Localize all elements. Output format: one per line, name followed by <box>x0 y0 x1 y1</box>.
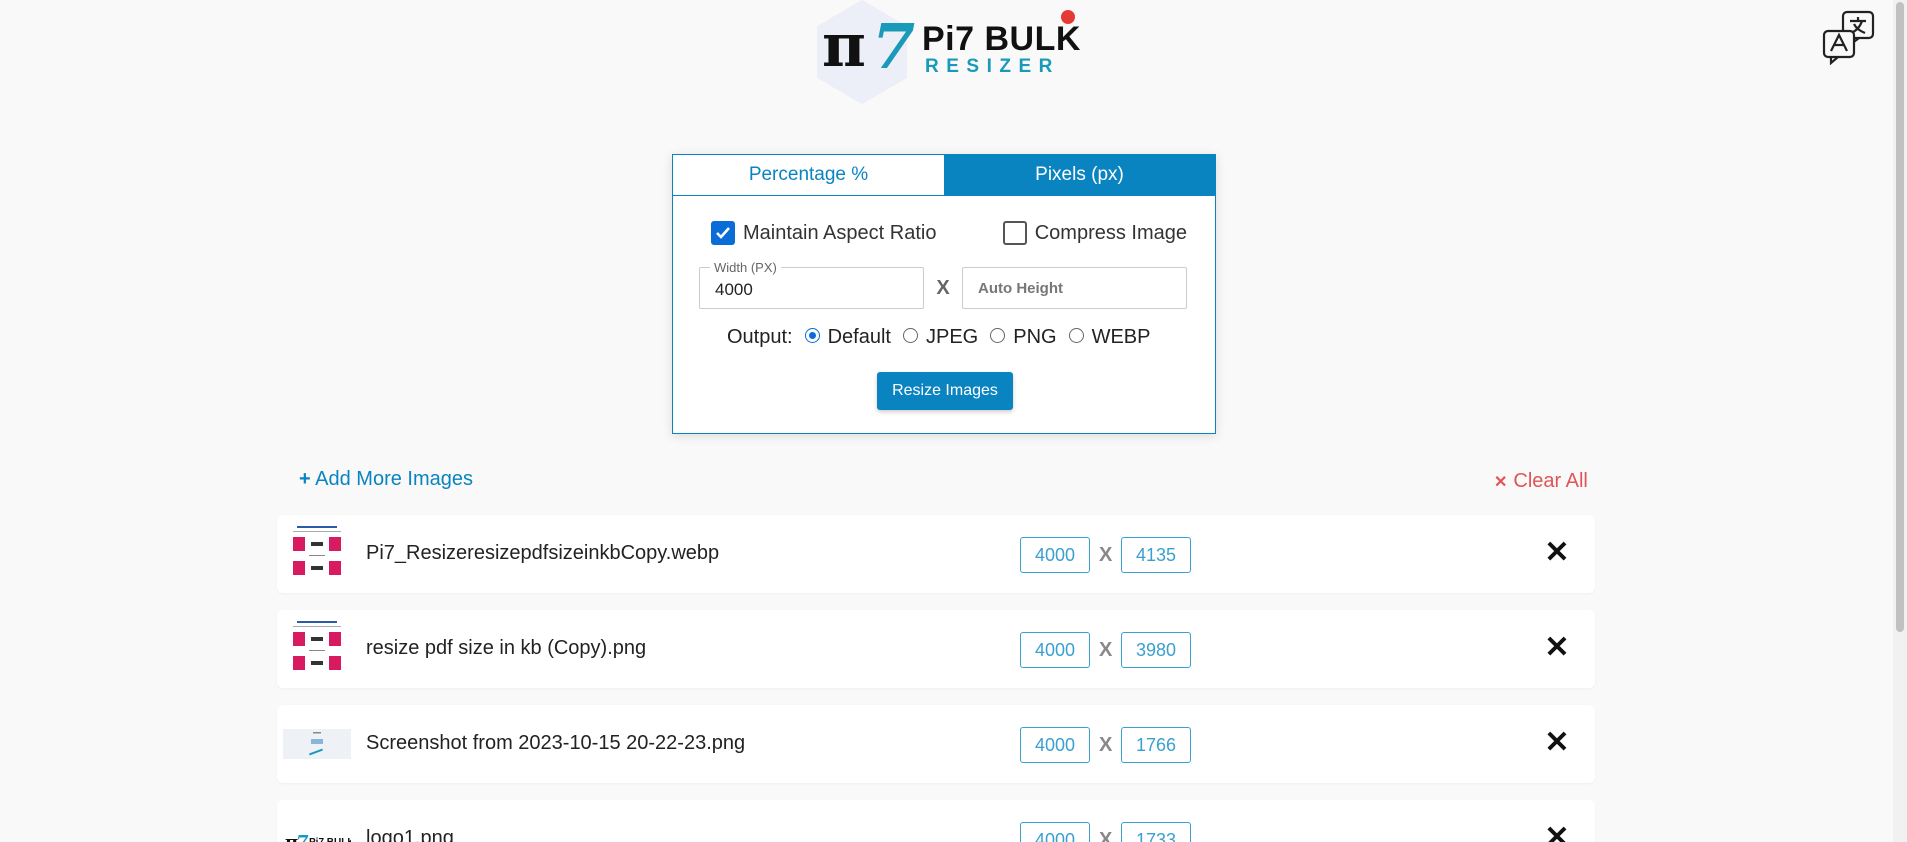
file-width-input[interactable]: 4000 <box>1020 632 1090 668</box>
page-scrollbar[interactable] <box>1893 0 1907 842</box>
output-label: Output: <box>727 326 793 348</box>
output-option-label: WEBP <box>1091 326 1151 348</box>
remove-file-icon[interactable]: ✕ <box>1542 632 1572 664</box>
radio-selected-icon[interactable] <box>804 328 820 343</box>
tab-pixels[interactable]: Pixels (px) <box>944 155 1215 195</box>
checkbox-checked-icon[interactable] <box>711 221 735 245</box>
output-option-label: PNG <box>1013 326 1057 348</box>
file-dimension-separator: X <box>1099 544 1113 566</box>
maintain-aspect-label: Maintain Aspect Ratio <box>743 221 937 244</box>
output-option-png[interactable]: PNG <box>990 326 1057 349</box>
pdf-doc-thumbnail <box>283 523 351 585</box>
output-format-group: Output: Default JPEG PNG WEBP <box>727 326 1162 349</box>
radio-icon[interactable] <box>990 328 1006 343</box>
logo-pi-glyph: π <box>822 11 866 81</box>
svg-text:7: 7 <box>296 832 309 842</box>
file-row: resize pdf size in kb (Copy).png 4000 X … <box>277 610 1595 688</box>
output-option-label: JPEG <box>925 326 979 348</box>
radio-icon[interactable] <box>902 328 918 343</box>
clear-all-label: Clear All <box>1513 470 1588 492</box>
logo-seven-glyph: 7 <box>872 10 916 83</box>
file-width-input[interactable]: 4000 <box>1020 822 1090 842</box>
file-width-input[interactable]: 4000 <box>1020 727 1090 763</box>
file-width-input[interactable]: 4000 <box>1020 537 1090 573</box>
checkbox-unchecked-icon[interactable] <box>1002 221 1027 245</box>
file-row: Screenshot from 2023-10-15 20-22-23.png … <box>277 705 1595 783</box>
compress-image-checkbox[interactable]: Compress Image <box>1002 221 1187 245</box>
screenshot-thumbnail <box>283 713 351 775</box>
file-dimension-separator: X <box>1099 639 1113 661</box>
file-name: resize pdf size in kb (Copy).png <box>366 637 647 659</box>
file-name: logo1.png <box>366 827 454 842</box>
dimension-separator: X <box>936 276 950 299</box>
remove-file-icon[interactable]: ✕ <box>1542 537 1572 569</box>
height-input-placeholder: Auto Height <box>978 280 1063 297</box>
options-row: Maintain Aspect Ratio Compress Image <box>711 221 1187 245</box>
radio-icon[interactable] <box>1068 328 1084 343</box>
file-row: Pi7_ResizeresizepdfsizeinkbCopy.webp 400… <box>277 515 1595 593</box>
close-icon: ✕ <box>1494 473 1508 491</box>
remove-file-icon[interactable]: ✕ <box>1542 727 1572 759</box>
compress-image-label: Compress Image <box>1034 221 1187 244</box>
file-name: Screenshot from 2023-10-15 20-22-23.png <box>366 732 746 754</box>
plus-icon: + <box>299 468 311 490</box>
height-input[interactable]: Auto Height <box>962 267 1187 309</box>
output-option-label: Default <box>827 326 891 348</box>
output-option-webp[interactable]: WEBP <box>1068 326 1151 349</box>
logo-badge <box>1061 10 1075 24</box>
file-height-input[interactable]: 1733 <box>1121 822 1191 842</box>
file-height-input[interactable]: 4135 <box>1121 537 1191 573</box>
file-height-input[interactable]: 3980 <box>1121 632 1191 668</box>
logo-subtitle: RESIZER <box>925 56 1060 77</box>
tab-percentage[interactable]: Percentage % <box>673 155 944 195</box>
logo-name: Pi7 BULK <box>922 20 1081 58</box>
mode-tabs: Percentage % Pixels (px) <box>673 155 1215 196</box>
site-logo[interactable]: π 7 Pi7 BULK RESIZER <box>812 0 1082 104</box>
width-input-value: 4000 <box>715 280 753 299</box>
file-row: π 7 Pi7 BULK RESIZER logo1.png 4000 X 17… <box>277 800 1595 842</box>
remove-file-icon[interactable]: ✕ <box>1542 822 1572 842</box>
resize-images-button[interactable]: Resize Images <box>877 372 1013 410</box>
add-more-label: Add More Images <box>315 468 473 490</box>
scrollbar-thumb[interactable] <box>1896 2 1904 632</box>
translate-button[interactable] <box>1820 8 1878 66</box>
file-name: Pi7_ResizeresizepdfsizeinkbCopy.webp <box>366 542 720 564</box>
logo-thumbnail: π 7 Pi7 BULK RESIZER <box>283 808 351 842</box>
output-option-jpeg[interactable]: JPEG <box>902 326 979 349</box>
dimension-inputs: Width (PX) 4000 X Auto Height <box>699 260 1187 309</box>
output-option-default[interactable]: Default <box>804 326 891 349</box>
translate-icon <box>1822 10 1875 65</box>
pdf-doc-thumbnail <box>283 618 351 680</box>
file-dimension-separator: X <box>1099 734 1113 756</box>
resize-settings-panel: Percentage % Pixels (px) Maintain Aspect… <box>672 154 1216 434</box>
maintain-aspect-checkbox[interactable]: Maintain Aspect Ratio <box>711 221 936 245</box>
add-more-images-button[interactable]: + Add More Images <box>299 468 473 491</box>
file-height-input[interactable]: 1766 <box>1121 727 1191 763</box>
svg-text:Pi7 BULK: Pi7 BULK <box>309 837 351 842</box>
clear-all-button[interactable]: ✕ Clear All <box>1494 470 1588 493</box>
width-input-label: Width (PX) <box>710 260 781 275</box>
width-input[interactable]: Width (PX) 4000 <box>699 260 924 309</box>
file-dimension-separator: X <box>1099 829 1113 842</box>
